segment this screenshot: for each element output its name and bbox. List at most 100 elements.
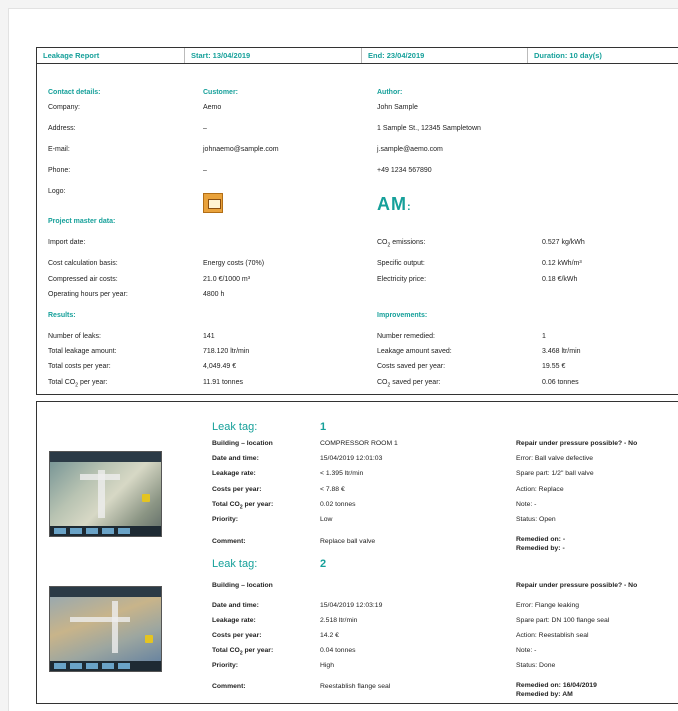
leak-photo [49, 451, 162, 537]
contact-section-heading: Contact details: [48, 89, 101, 96]
customer-email: johnaemo@sample.com [203, 146, 279, 153]
tag-field-value: Low [320, 516, 333, 523]
master-label: Compressed air costs: [48, 276, 118, 283]
improvements-value: 0.06 tonnes [542, 379, 579, 386]
tag-field-label: Leakage rate: [212, 470, 256, 477]
tag-field-value: 15/04/2019 12:03:19 [320, 602, 383, 609]
tag-field-label: Date and time: [212, 602, 259, 609]
tag-field-value: COMPRESSOR ROOM 1 [320, 440, 398, 447]
report-duration: Duration: 10 day(s) [534, 51, 602, 60]
tag-field-value: Replace ball valve [320, 538, 376, 545]
author-heading: Author: [377, 89, 403, 96]
improvements-value: 1 [542, 333, 546, 340]
results-section-heading: Results: [48, 312, 76, 319]
contact-label: Address: [48, 125, 76, 132]
tag-field-value: 0.04 tonnes [320, 647, 356, 654]
tag-repair-info: Repair under pressure possible? - No [516, 440, 638, 447]
tag-remedied-by: Remedied by: - [516, 545, 565, 552]
tag-note: Note: - [516, 647, 537, 654]
tag-spare-part: Spare part: DN 100 flange seal [516, 617, 610, 624]
customer-logo [203, 193, 223, 213]
results-label: Number of leaks: [48, 333, 101, 340]
contact-label: Phone: [48, 167, 71, 174]
results-label: Total costs per year: [48, 363, 111, 370]
tag-field-label: Priority: [212, 516, 239, 523]
tag-action: Action: Reestablish seal [516, 632, 589, 639]
results-label: Total leakage amount: [48, 348, 117, 355]
report-page: Leakage Report Start: 13/04/2019 End: 23… [8, 8, 678, 711]
tag-co2-label: Total CO2 per year: [212, 647, 274, 657]
leak-tag-title: Leak tag: [212, 421, 258, 433]
report-header: Leakage Report Start: 13/04/2019 End: 23… [37, 48, 678, 64]
tag-field-value: < 1.395 ltr/min [320, 470, 364, 477]
improvements-value: 3.468 ltr/min [542, 348, 581, 355]
warning-icon [145, 635, 153, 643]
master-label: Cost calculation basis: [48, 260, 118, 267]
camera-status-bar [50, 587, 161, 597]
tag-field-label: Leakage rate: [212, 617, 256, 624]
master-value: 21.0 €/1000 m³ [203, 276, 251, 283]
tag-field-label: Costs per year: [212, 486, 262, 493]
camera-status-bar [50, 452, 161, 462]
tag-field-label: Comment: [212, 683, 246, 690]
tag-field-value: Reestablish flange seal [320, 683, 391, 690]
master-label2: Electricity price: [377, 276, 427, 283]
tag-status: Status: Open [516, 516, 556, 523]
co2-emissions-label: CO2 emissions: [377, 239, 426, 249]
customer-phone: – [203, 167, 207, 174]
tag-field-value: 2.518 ltr/min [320, 617, 358, 624]
tag-field-label: Priority: [212, 662, 239, 669]
author-address: 1 Sample St., 12345 Sampletown [377, 125, 481, 132]
customer-address: – [203, 125, 207, 132]
customer-company: Aemo [203, 104, 222, 111]
tag-field-label: Date and time: [212, 455, 259, 462]
report-start: Start: 13/04/2019 [185, 48, 362, 63]
master-section-heading: Project master data: [48, 218, 116, 225]
results-value: 141 [203, 333, 215, 340]
tag-note: Note: - [516, 501, 537, 508]
report-end: End: 23/04/2019 [362, 48, 528, 63]
tag-field-value: High [320, 662, 334, 669]
tag-field-label: Building – location [212, 582, 273, 589]
leak-tag-number: 1 [320, 421, 327, 433]
master-value: Energy costs (70%) [203, 260, 265, 267]
tag-field-value: 14.2 € [320, 632, 339, 639]
improvements-value: 19.55 € [542, 363, 566, 370]
master-value2: 0.18 €/kWh [542, 276, 578, 283]
leak-tags: Leak tag: 1 Building – location COMPRESS… [36, 401, 678, 704]
leak-tag-title: Leak tag: [212, 558, 258, 570]
leak-photo [49, 586, 162, 672]
tag-status: Status: Done [516, 662, 556, 669]
improvements-label: Leakage amount saved: [377, 348, 452, 355]
author-logo: AM: [377, 194, 412, 214]
report-summary: Leakage Report Start: 13/04/2019 End: 23… [36, 47, 678, 395]
contact-label: E-mail: [48, 146, 70, 153]
results-value: 4,049.49 € [203, 363, 237, 370]
tag-field-label: Costs per year: [212, 632, 262, 639]
master-value2: 0.12 kWh/m³ [542, 260, 582, 267]
author-email: j.sample@aemo.com [377, 146, 443, 153]
tag-field-value: < 7.88 € [320, 486, 345, 493]
tag-spare-part: Spare part: 1/2" ball valve [516, 470, 594, 477]
tag-field-value: 0.02 tonnes [320, 501, 356, 508]
contact-label: Company: [48, 104, 80, 111]
master-label: Operating hours per year: [48, 291, 128, 298]
author-company: John Sample [377, 104, 418, 111]
tag-remedied-by: Remedied by: AM [516, 691, 573, 698]
results-value: 718.120 ltr/min [203, 348, 250, 355]
author-phone: +49 1234 567890 [377, 167, 432, 174]
tag-repair-info: Repair under pressure possible? - No [516, 582, 638, 589]
master-label2: Specific output: [377, 260, 425, 267]
report-title: Leakage Report [37, 48, 185, 63]
warning-icon [142, 494, 150, 502]
customer-heading: Customer: [203, 89, 239, 96]
tag-field-value: 15/04/2019 12:01:03 [320, 455, 383, 462]
total-co2-label: Total CO2 per year: [48, 379, 108, 389]
tag-error: Error: Ball valve defective [516, 455, 594, 462]
tag-action: Action: Replace [516, 486, 564, 493]
results-value: 11.91 tonnes [203, 379, 243, 386]
co2-saved-label: CO2 saved per year: [377, 379, 441, 389]
improvements-label: Costs saved per year: [377, 363, 446, 370]
tag-remedied-on: Remedied on: - [516, 536, 566, 543]
tag-error: Error: Flange leaking [516, 602, 580, 609]
